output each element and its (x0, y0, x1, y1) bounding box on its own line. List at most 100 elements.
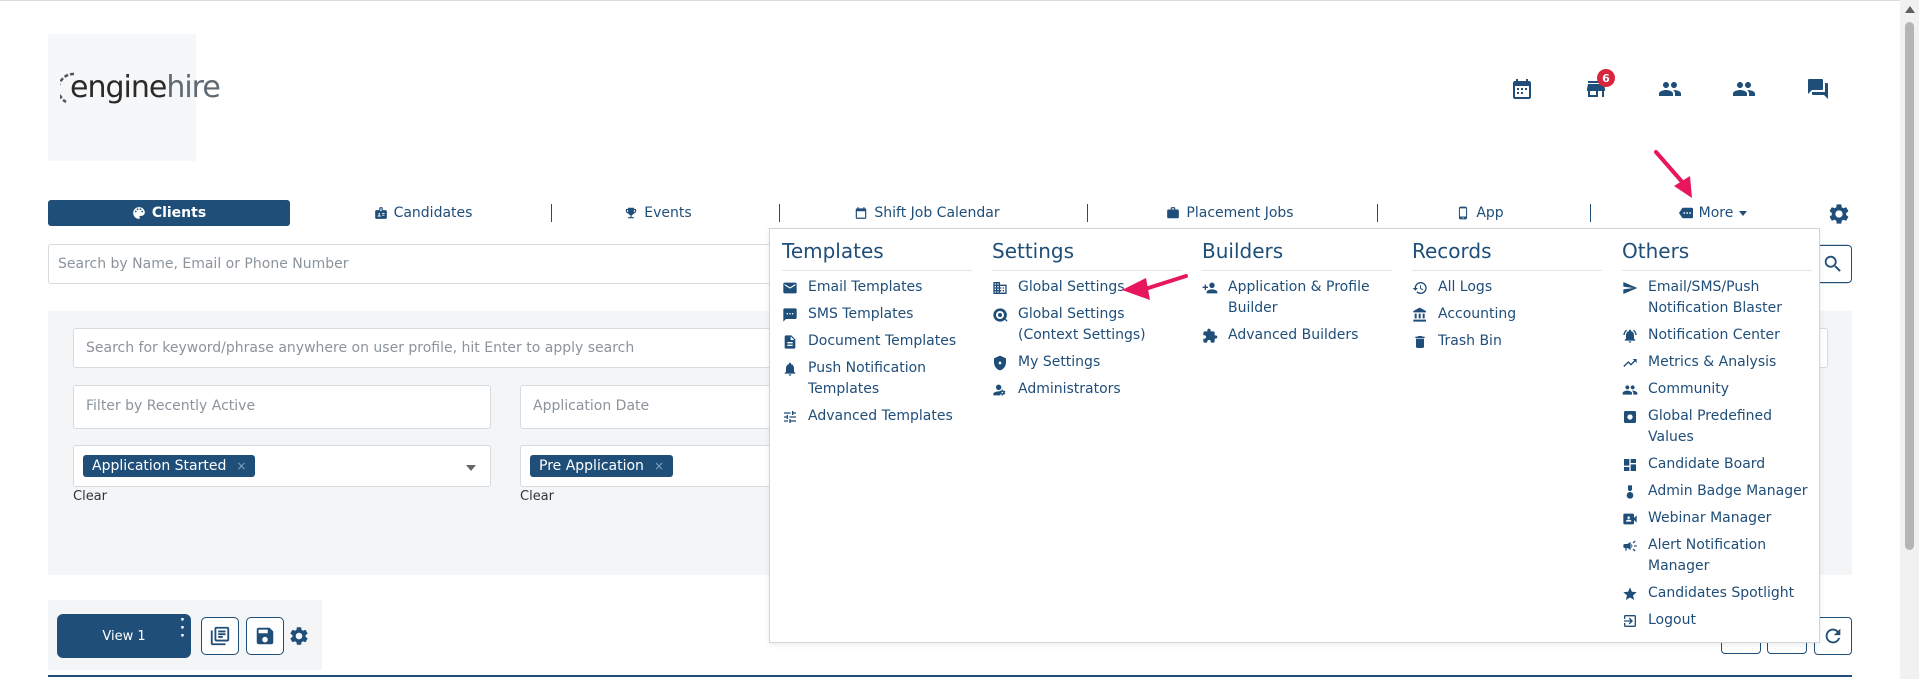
menu-item-alert-notification-manager[interactable]: Alert Notification Manager (1622, 535, 1808, 577)
tab-events[interactable]: Events (554, 200, 762, 226)
refresh-icon (1825, 628, 1841, 644)
menu-item-admin-badge-manager[interactable]: Admin Badge Manager (1622, 481, 1808, 502)
menu-item-webinar-manager[interactable]: Webinar Manager (1622, 508, 1808, 529)
tune-icon (784, 411, 796, 423)
tab-app[interactable]: App (1380, 200, 1580, 226)
divider (1202, 270, 1392, 271)
kebab-menu-icon[interactable]: · · · (180, 614, 185, 643)
group-icon[interactable] (1730, 75, 1758, 103)
dashboard-icon (1624, 459, 1636, 471)
tab-label: Placement Jobs (1186, 205, 1294, 221)
menu-item-advanced-builders[interactable]: Advanced Builders (1202, 325, 1388, 346)
menu-item-notification-center[interactable]: Notification Center (1622, 325, 1808, 346)
menu-item-candidate-board[interactable]: Candidate Board (1622, 454, 1808, 475)
menu-item-trash-bin[interactable]: Trash Bin (1412, 331, 1598, 352)
medal-icon (1626, 485, 1634, 499)
menu-item-notification-blaster[interactable]: Email/SMS/Push Notification Blaster (1622, 277, 1808, 319)
more-dropdown-menu: Templates Email Templates SMS Templates … (769, 228, 1820, 643)
calendar-icon[interactable] (1508, 75, 1536, 103)
tab-more[interactable]: More (1648, 200, 1778, 226)
menu-item-global-settings-context[interactable]: Global Settings (Context Settings) (992, 304, 1178, 346)
tab-label: More (1698, 205, 1734, 221)
scroll-thumb[interactable] (1905, 22, 1914, 550)
tab-label: Candidates (393, 205, 473, 221)
recently-active-filter[interactable]: Filter by Recently Active (73, 385, 491, 429)
view-toolbar: View 1 · · · (48, 600, 322, 670)
nav-separator (1377, 204, 1378, 222)
menu-item-accounting[interactable]: Accounting (1412, 304, 1598, 325)
keyword-placeholder: Search for keyword/phrase anywhere on us… (86, 340, 635, 356)
column-heading: Records (1412, 239, 1492, 263)
menu-item-metrics-analysis[interactable]: Metrics & Analysis (1622, 352, 1808, 373)
menu-item-my-settings[interactable]: My Settings (992, 352, 1178, 373)
nav-separator (1087, 204, 1088, 222)
menu-item-logout[interactable]: Logout (1622, 610, 1808, 631)
admin-icon (993, 384, 1006, 396)
menu-item-candidates-spotlight[interactable]: Candidates Spotlight (1622, 583, 1808, 604)
divider (1412, 270, 1602, 271)
menu-item-all-logs[interactable]: All Logs (1412, 277, 1598, 298)
view-settings-gear-icon[interactable] (288, 625, 310, 647)
menu-item-global-predefined-values[interactable]: Global Predefined Values (1622, 406, 1808, 448)
shield-gear-icon (994, 355, 1006, 371)
menu-item-administrators[interactable]: Administrators (992, 379, 1178, 400)
view-1-button[interactable]: View 1 · · · (57, 614, 191, 658)
copy-view-button[interactable] (201, 617, 239, 655)
video-icon (1623, 513, 1637, 525)
tab-label: Shift Job Calendar (874, 205, 1000, 221)
recent-placeholder: Filter by Recently Active (86, 398, 256, 414)
menu-item-email-templates[interactable]: Email Templates (782, 277, 968, 298)
alarm-bell-icon (1623, 329, 1637, 343)
tab-label: App (1476, 205, 1504, 221)
chat-icon[interactable] (1804, 75, 1832, 103)
star-icon (1623, 587, 1637, 600)
page-scrollbar[interactable] (1900, 0, 1919, 679)
tab-candidates[interactable]: Candidates (298, 200, 548, 226)
tab-clients[interactable]: Clients (48, 200, 290, 226)
save-view-button[interactable] (246, 617, 284, 655)
calendar-icon (856, 207, 867, 219)
status-chip[interactable]: Application Started × (83, 455, 256, 477)
divider (782, 270, 972, 271)
bell-icon (784, 362, 796, 376)
status-select[interactable]: Application Started × (73, 445, 491, 487)
person-add-icon (1202, 282, 1218, 294)
logout-icon (1624, 615, 1636, 627)
tab-shift-job-calendar[interactable]: Shift Job Calendar (782, 200, 1072, 226)
menu-item-sms-templates[interactable]: SMS Templates (782, 304, 968, 325)
people-icon[interactable] (1656, 75, 1684, 103)
menu-item-push-notification-templates[interactable]: Push Notification Templates (782, 358, 968, 400)
remove-chip-icon[interactable]: × (236, 459, 246, 473)
more-icon (1678, 207, 1693, 219)
search-placeholder: Search by Name, Email or Phone Number (58, 256, 349, 272)
clear-stage-link[interactable]: Clear (520, 489, 554, 504)
briefcase-icon (1167, 207, 1180, 219)
remove-chip-icon[interactable]: × (654, 459, 664, 473)
clear-status-link[interactable]: Clear (73, 489, 107, 504)
main-nav: Clients Candidates Events Shift Job Cale… (48, 200, 1850, 226)
save-icon (256, 627, 274, 645)
send-icon (1623, 282, 1638, 294)
scroll-up-arrow-icon[interactable] (1905, 6, 1915, 13)
menu-item-application-profile-builder[interactable]: Application & Profile Builder (1202, 277, 1388, 319)
store-icon[interactable]: 6 (1582, 69, 1615, 103)
nav-separator (551, 204, 552, 222)
notification-count-badge: 6 (1597, 69, 1615, 87)
tab-label: Clients (151, 205, 207, 221)
top-border (0, 0, 1900, 5)
menu-item-document-templates[interactable]: Document Templates (782, 331, 968, 352)
divider (1622, 270, 1812, 271)
menu-item-community[interactable]: Community (1622, 379, 1808, 400)
nav-separator (1590, 204, 1591, 222)
tab-placement-jobs[interactable]: Placement Jobs (1090, 200, 1370, 226)
enginehire-logo[interactable]: enginehire (48, 34, 221, 161)
menu-item-advanced-templates[interactable]: Advanced Templates (782, 406, 968, 427)
trophy-icon (626, 207, 637, 219)
divider (48, 675, 1852, 677)
dropdown-caret-icon[interactable] (466, 465, 476, 471)
tab-label: Events (644, 205, 692, 221)
trending-icon (1623, 359, 1637, 367)
settings-gear-icon[interactable] (1827, 202, 1851, 226)
stage-chip[interactable]: Pre Application × (530, 455, 673, 477)
building-icon (993, 282, 1007, 294)
